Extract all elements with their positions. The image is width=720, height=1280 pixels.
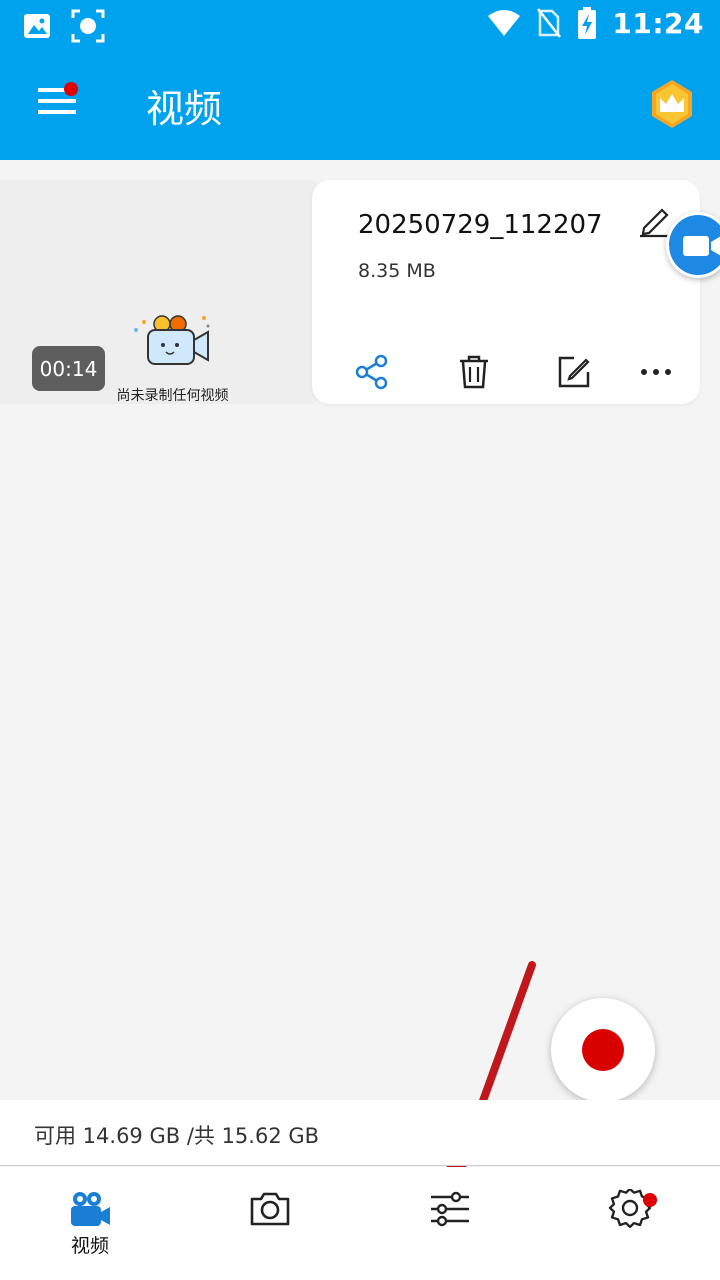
duration-badge: 00:14 [32,346,105,391]
edit-button[interactable] [550,348,598,396]
crown-premium-icon[interactable] [648,78,696,130]
app-bar: 视频 [0,50,720,160]
more-horizontal-icon [641,369,671,375]
page-title: 视频 [146,87,223,131]
record-button[interactable] [551,998,655,1102]
storage-info-bar: 可用 14.69 GB /共 15.62 GB [0,1100,720,1166]
menu-notification-badge [64,82,78,96]
gallery-notification-icon [24,14,50,38]
video-file-name: 20250729_112207 [358,210,603,240]
video-info-card: 20250729_112207 8.35 MB [312,180,700,404]
video-camera-icon [683,236,720,256]
nav-tab-videos[interactable]: 视频 [0,1167,180,1280]
camera-icon [250,1192,290,1226]
thumbnail-caption: 尚未录制任何视频 [116,388,229,404]
nav-label-videos: 视频 [70,1235,109,1257]
video-thumbnail[interactable]: 尚未录制任何视频 00:14 [0,180,324,404]
nav-tab-screenshots[interactable] [180,1167,360,1280]
screen-record-notification-icon [71,9,105,43]
bottom-navigation: 视频 [0,1167,720,1280]
wifi-icon [488,10,521,36]
share-button[interactable] [348,348,396,396]
video-file-size: 8.35 MB [358,260,436,282]
video-camera-mascot-icon [134,315,210,365]
sliders-icon [431,1191,469,1227]
more-options-button[interactable] [632,348,680,396]
video-camera-icon [71,1192,110,1226]
record-dot-icon [582,1029,624,1071]
nav-tab-tools[interactable] [360,1167,540,1280]
rename-pencil-icon[interactable] [638,202,672,238]
edit-note-icon [558,356,590,388]
clock: 11:24 [612,6,704,40]
status-bar: 11:24 [0,0,720,50]
no-sim-icon [537,8,562,38]
delete-button[interactable] [450,348,498,396]
share-icon [355,354,388,390]
trash-icon [460,355,488,389]
settings-notification-badge [643,1193,657,1207]
storage-text: 可用 14.69 GB /共 15.62 GB [34,1124,320,1148]
battery-charging-icon [578,7,597,39]
nav-tab-settings[interactable] [540,1167,720,1280]
video-list-item[interactable]: 尚未录制任何视频 00:14 20250729_112207 8.35 MB [0,180,700,404]
video-actions [340,348,690,396]
